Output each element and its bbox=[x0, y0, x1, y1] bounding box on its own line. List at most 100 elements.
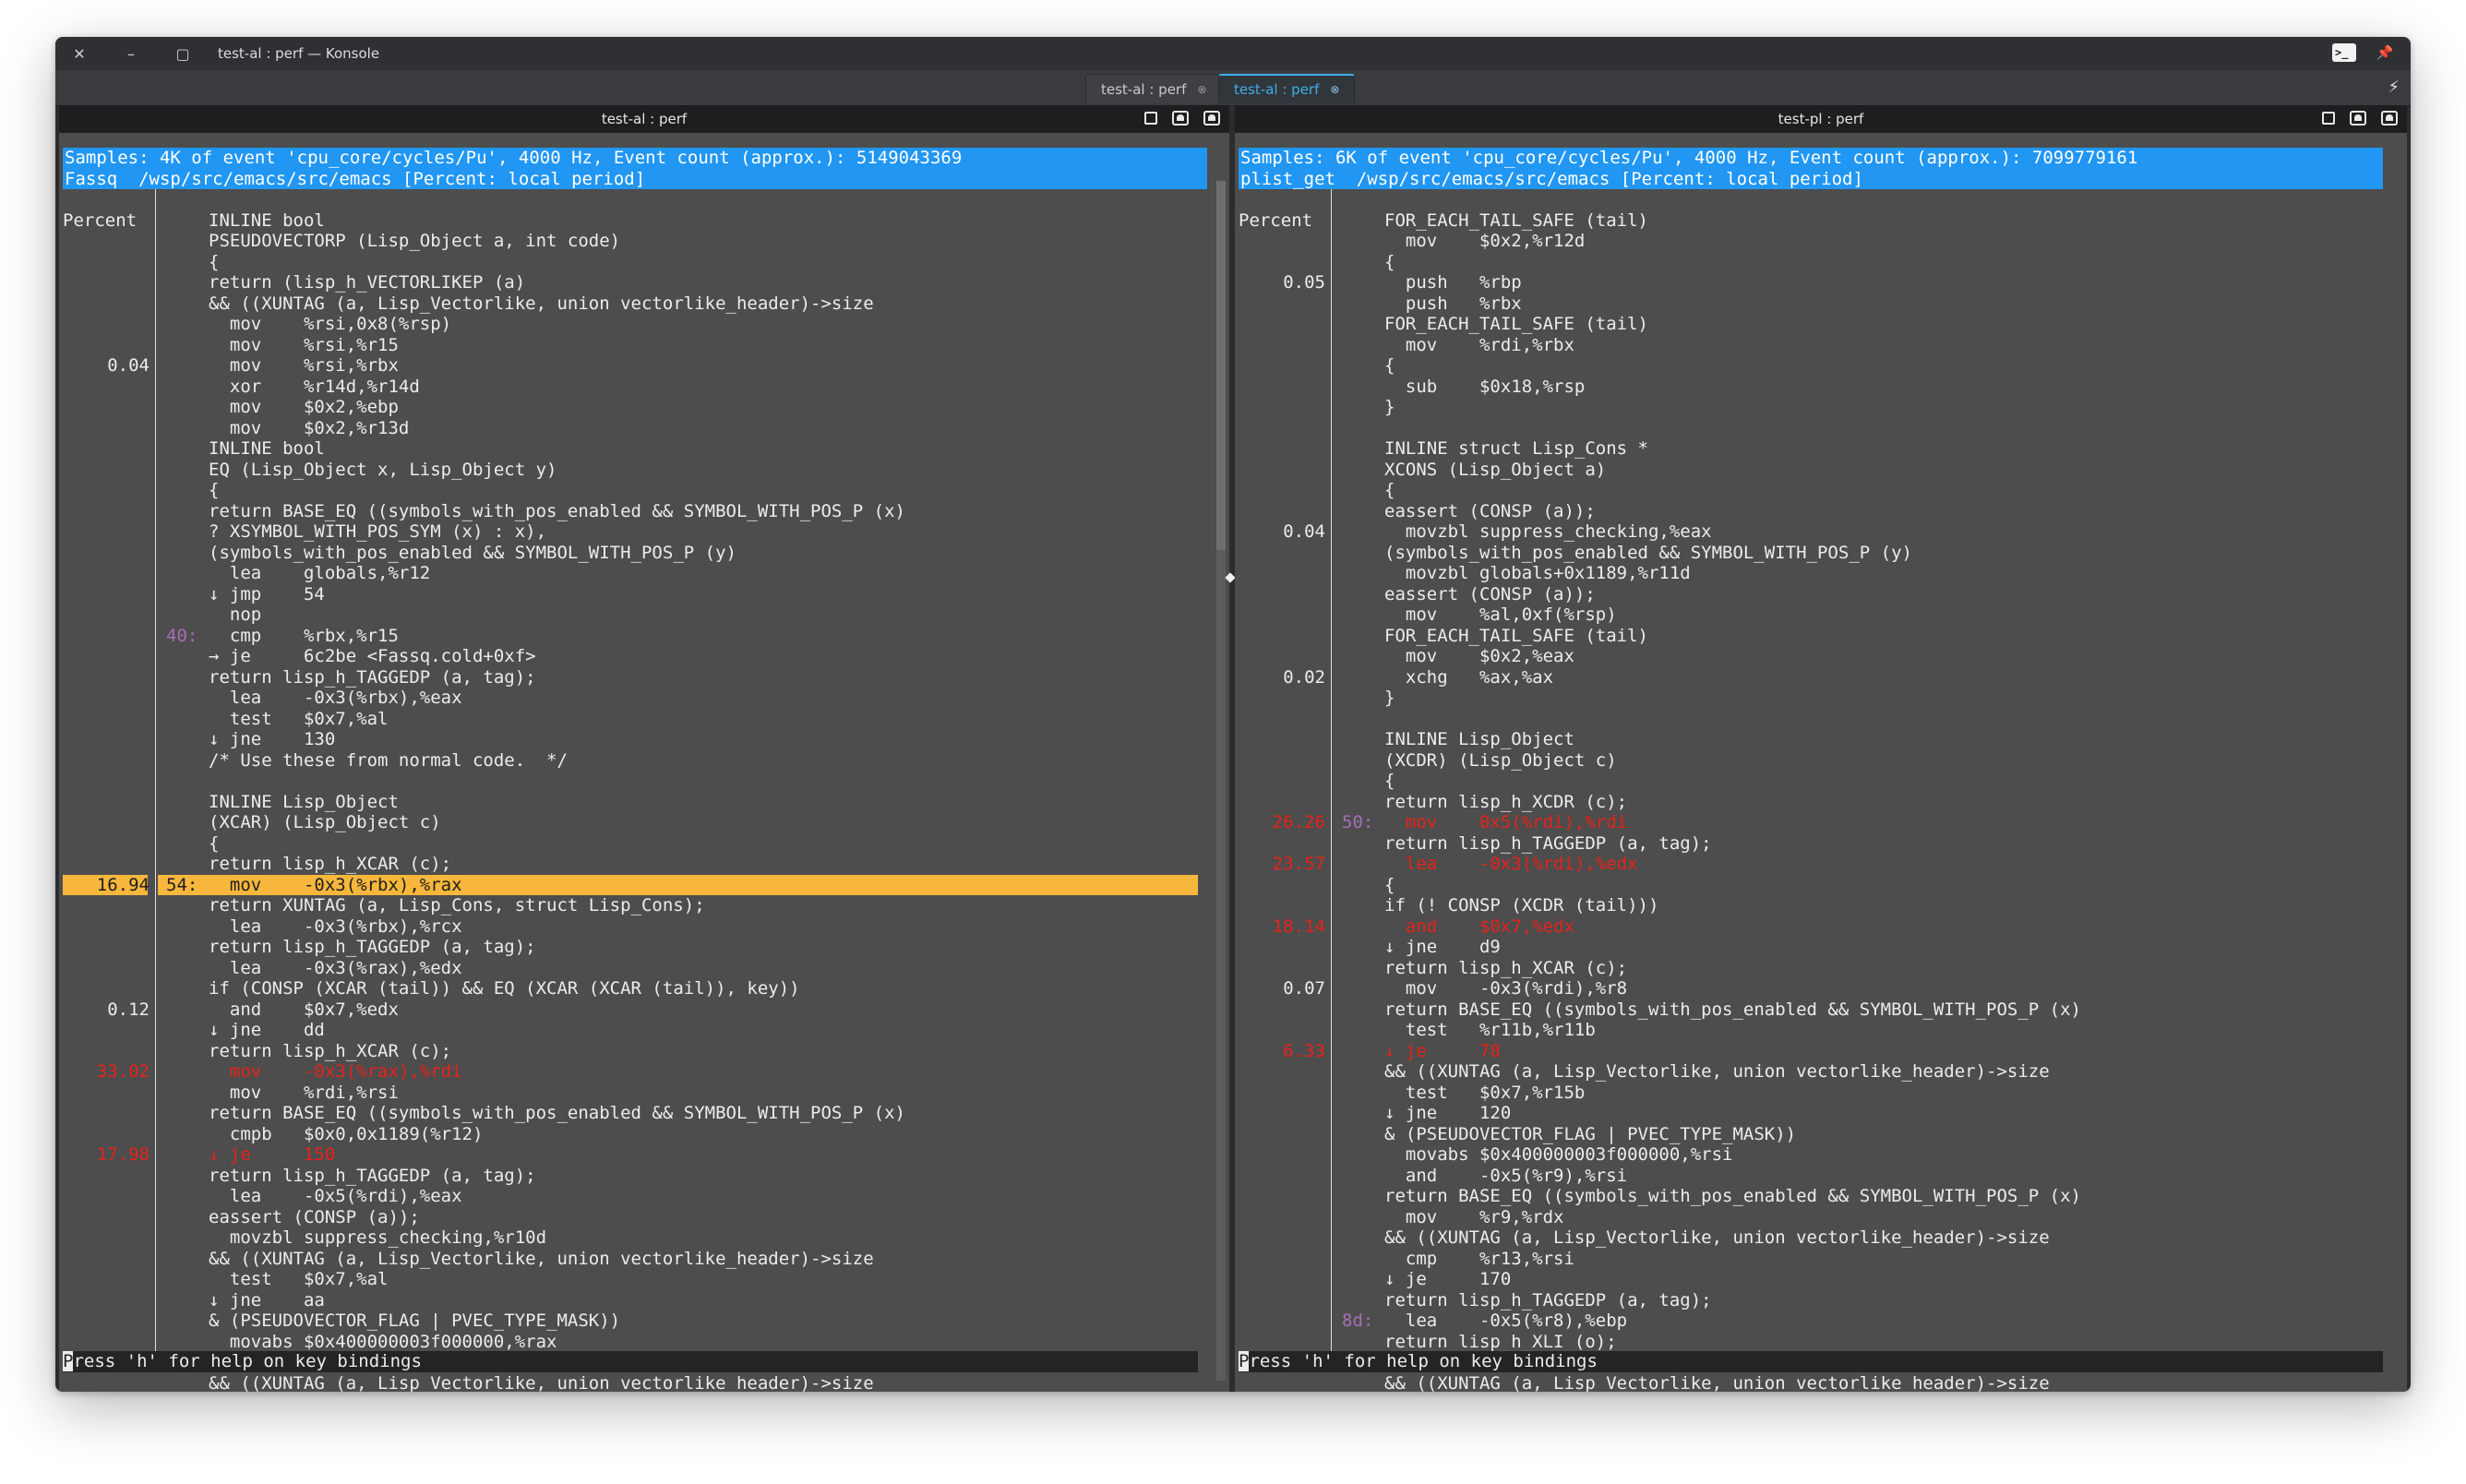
asm-line[interactable]: FOR_EACH_TAIL_SAFE (tail) bbox=[1239, 314, 2383, 335]
asm-line[interactable]: & (PSEUDOVECTOR_FLAG | PVEC_TYPE_MASK)) bbox=[1239, 1124, 2383, 1145]
asm-line[interactable]: 8d: lea -0x5(%r8),%ebp bbox=[1239, 1310, 2383, 1332]
expand-icon[interactable] bbox=[2322, 112, 2335, 125]
asm-line[interactable]: ↓ jne 130 bbox=[63, 729, 1198, 750]
asm-line[interactable]: movzbl suppress_checking,%r10d bbox=[63, 1227, 1198, 1249]
asm-line[interactable]: ? XSYMBOL_WITH_POS_SYM (x) : x), bbox=[63, 521, 1198, 543]
asm-line[interactable]: /* Use these from normal code. */ bbox=[63, 750, 1198, 772]
asm-line[interactable]: mov %rsi,%r15 bbox=[63, 335, 1198, 356]
asm-line[interactable]: } bbox=[1239, 688, 2383, 709]
asm-line[interactable]: return lisp_h_TAGGEDP (a, tag); bbox=[63, 937, 1198, 958]
asm-line[interactable]: cmp %r13,%rsi bbox=[1239, 1249, 2383, 1270]
tab-2-active[interactable]: test-al : perf ⊗ bbox=[1218, 74, 1356, 103]
split-view-icon[interactable] bbox=[1172, 111, 1189, 126]
left-terminal[interactable]: Samples: 4K of event 'cpu_core/cycles/Pu… bbox=[63, 138, 1229, 1392]
asm-line[interactable]: } bbox=[1239, 397, 2383, 418]
asm-line[interactable]: return lisp_h_XCAR (c); bbox=[63, 1041, 1198, 1062]
asm-line[interactable]: eassert (CONSP (a)); bbox=[1239, 584, 2383, 605]
asm-line[interactable]: sub $0x18,%rsp bbox=[1239, 377, 2383, 398]
right-pane[interactable]: test-pl : perf Samples: 6K of event 'cpu… bbox=[1235, 105, 2407, 1392]
asm-line[interactable]: lea globals,%r12 bbox=[63, 563, 1198, 584]
asm-line[interactable]: return lisp_h_XLI (o); bbox=[1239, 1332, 2383, 1353]
asm-line[interactable]: && ((XUNTAG (a, Lisp_Vectorlike, union v… bbox=[1239, 1227, 2383, 1249]
asm-line[interactable]: INLINE struct Lisp_Cons * bbox=[1239, 438, 2383, 460]
asm-line[interactable]: (XCAR) (Lisp_Object c) bbox=[63, 812, 1198, 833]
asm-line[interactable]: 0.04 mov %rsi,%rbx bbox=[63, 355, 1198, 377]
asm-line[interactable]: ↓ jne dd bbox=[63, 1020, 1198, 1041]
tab-close-icon[interactable]: ⊗ bbox=[1197, 83, 1206, 96]
asm-line[interactable]: push %rbx bbox=[1239, 293, 2383, 315]
asm-line[interactable]: { bbox=[1239, 355, 2383, 377]
asm-line[interactable]: return lisp_h_XCDR (c); bbox=[1239, 792, 2383, 813]
asm-line[interactable]: INLINE bool bbox=[63, 210, 1198, 232]
asm-line[interactable]: { bbox=[1239, 480, 2383, 501]
asm-line[interactable]: xor %r14d,%r14d bbox=[63, 377, 1198, 398]
asm-line[interactable]: && ((XUNTAG (a, Lisp_Vectorlike, union v… bbox=[63, 1249, 1198, 1270]
asm-line[interactable]: mov %al,0xf(%rsp) bbox=[1239, 604, 2383, 626]
asm-line[interactable]: && ((XUNTAG (a, Lisp_Vectorlike, union v… bbox=[1239, 1061, 2383, 1083]
split-view-icon-2[interactable] bbox=[1203, 111, 1220, 126]
asm-line[interactable]: (symbols_with_pos_enabled && SYMBOL_WITH… bbox=[1239, 543, 2383, 564]
asm-line[interactable]: INLINE Lisp_Object bbox=[63, 792, 1198, 813]
asm-line[interactable]: return BASE_EQ ((symbols_with_pos_enable… bbox=[63, 1103, 1198, 1124]
asm-line[interactable]: return (lisp_h_VECTORLIKEP (a) bbox=[63, 272, 1198, 293]
asm-line[interactable]: (symbols_with_pos_enabled && SYMBOL_WITH… bbox=[63, 543, 1198, 564]
asm-line[interactable]: return lisp_h_TAGGEDP (a, tag); bbox=[63, 667, 1198, 688]
asm-line[interactable]: mov %rsi,0x8(%rsp) bbox=[63, 314, 1198, 335]
asm-line[interactable]: return lisp_h_XCAR (c); bbox=[63, 854, 1198, 875]
asm-line[interactable]: { bbox=[1239, 771, 2383, 792]
asm-line[interactable]: & (PSEUDOVECTOR_FLAG | PVEC_TYPE_MASK)) bbox=[63, 1310, 1198, 1332]
asm-line[interactable]: return lisp_h_XCAR (c); bbox=[1239, 958, 2383, 979]
asm-line[interactable]: 6.33 ↓ je 78 bbox=[1239, 1041, 2383, 1062]
asm-line[interactable] bbox=[1239, 418, 2383, 439]
asm-line[interactable]: test %r11b,%r11b bbox=[1239, 1020, 2383, 1041]
asm-line[interactable]: 26.26 50: mov 0x5(%rdi),%rdi bbox=[1239, 812, 2383, 833]
pin-icon[interactable]: 📌 bbox=[2372, 42, 2398, 64]
asm-line[interactable]: mov $0x2,%eax bbox=[1239, 646, 2383, 667]
asm-line[interactable]: && ((XUNTAG (a, Lisp_Vectorlike, union v… bbox=[1239, 1373, 2383, 1393]
asm-line[interactable]: movabs $0x400000003f000000,%rsi bbox=[1239, 1144, 2383, 1166]
left-scrollbar-thumb[interactable] bbox=[1216, 181, 1226, 550]
asm-line[interactable]: PSEUDOVECTORP (Lisp_Object a, int code) bbox=[63, 231, 1198, 252]
asm-line[interactable]: test $0x7,%al bbox=[63, 709, 1198, 730]
expand-icon[interactable] bbox=[1144, 112, 1157, 125]
asm-line[interactable]: XCONS (Lisp_Object a) bbox=[1239, 460, 2383, 481]
asm-line[interactable]: test $0x7,%r15b bbox=[1239, 1083, 2383, 1104]
asm-line[interactable]: return BASE_EQ ((symbols_with_pos_enable… bbox=[63, 501, 1198, 522]
maximize-icon[interactable]: ▢ bbox=[172, 42, 194, 65]
tab-close-icon[interactable]: ⊗ bbox=[1330, 83, 1339, 96]
asm-line[interactable]: ↓ jne 120 bbox=[1239, 1103, 2383, 1124]
asm-line[interactable]: test $0x7,%al bbox=[63, 1269, 1198, 1290]
asm-line[interactable]: movzbl globals+0x1189,%r11d bbox=[1239, 563, 2383, 584]
asm-line[interactable]: && ((XUNTAG (a, Lisp_Vectorlike, union v… bbox=[63, 1373, 1198, 1393]
asm-line[interactable] bbox=[63, 771, 1198, 792]
asm-line[interactable]: { bbox=[63, 480, 1198, 501]
asm-line[interactable]: movabs $0x400000003f000000,%rax bbox=[63, 1332, 1198, 1353]
asm-line[interactable]: if (! CONSP (XCDR (tail))) bbox=[1239, 895, 2383, 916]
asm-line[interactable]: cmpb $0x0,0x1189(%r12) bbox=[63, 1124, 1198, 1145]
asm-line[interactable]: 23.57 lea -0x3(%rdi),%edx bbox=[1239, 854, 2383, 875]
asm-line[interactable]: 0.12 and $0x7,%edx bbox=[63, 999, 1198, 1021]
asm-line[interactable]: ↓ jne d9 bbox=[1239, 937, 2383, 958]
asm-line[interactable]: 0.04 movzbl suppress_checking,%eax bbox=[1239, 521, 2383, 543]
split-view-icon[interactable] bbox=[2350, 111, 2366, 126]
asm-line[interactable]: { bbox=[63, 833, 1198, 855]
asm-line[interactable]: return lisp_h_TAGGEDP (a, tag); bbox=[1239, 833, 2383, 855]
asm-line[interactable]: 0.05 push %rbp bbox=[1239, 272, 2383, 293]
asm-line[interactable]: mov %r9,%rdx bbox=[1239, 1207, 2383, 1228]
asm-line[interactable]: (XCDR) (Lisp_Object c) bbox=[1239, 750, 2383, 772]
asm-line[interactable]: INLINE bool bbox=[63, 438, 1198, 460]
asm-line[interactable]: ↓ jne aa bbox=[63, 1290, 1198, 1311]
asm-line[interactable]: and -0x5(%r9),%rsi bbox=[1239, 1166, 2383, 1187]
asm-line[interactable]: && ((XUNTAG (a, Lisp_Vectorlike, union v… bbox=[63, 293, 1198, 315]
asm-line[interactable]: 0.07 mov -0x3(%rdi),%r8 bbox=[1239, 978, 2383, 999]
asm-line[interactable]: if (CONSP (XCAR (tail)) && EQ (XCAR (XCA… bbox=[63, 978, 1198, 999]
asm-line[interactable]: eassert (CONSP (a)); bbox=[63, 1207, 1198, 1228]
split-view-icon-2[interactable] bbox=[2381, 111, 2398, 126]
asm-line[interactable]: ↓ je 170 bbox=[1239, 1269, 2383, 1290]
asm-line[interactable]: eassert (CONSP (a)); bbox=[1239, 501, 2383, 522]
asm-line[interactable]: lea -0x3(%rbx),%rcx bbox=[63, 916, 1198, 938]
asm-line[interactable]: ↓ jmp 54 bbox=[63, 584, 1198, 605]
asm-line[interactable]: mov $0x2,%r12d bbox=[1239, 231, 2383, 252]
asm-line[interactable]: return BASE_EQ ((symbols_with_pos_enable… bbox=[1239, 1186, 2383, 1207]
asm-line[interactable]: 16.94 54: mov -0x3(%rbx),%rax bbox=[63, 874, 1198, 895]
